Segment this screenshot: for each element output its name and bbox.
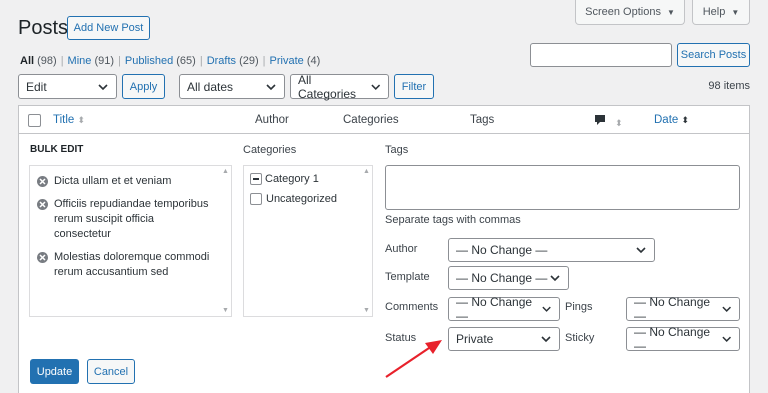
post-title-line: rerum accusantium sed (54, 266, 169, 278)
sticky-select[interactable]: — No Change — (626, 325, 740, 353)
chevron-down-icon (542, 306, 551, 312)
sort-desc-icon: ⬍ (681, 115, 690, 125)
category-item[interactable]: Uncategorized (250, 193, 337, 205)
bulk-edit-heading: BULK EDIT (30, 144, 84, 155)
column-tags: Tags (470, 114, 495, 126)
chevron-down-icon (98, 83, 108, 90)
comments-select[interactable]: — No Change — (448, 295, 560, 323)
search-posts-button[interactable]: Search Posts (677, 43, 750, 67)
chevron-down-icon (370, 84, 380, 90)
screen-options-button[interactable]: Screen Options ▼ (575, 0, 685, 25)
filter-all-count: (98) (37, 55, 57, 67)
column-author: Author (255, 114, 289, 126)
help-button[interactable]: Help ▼ (692, 0, 750, 25)
screen-options-label: Screen Options (585, 6, 661, 18)
dates-select[interactable]: All dates (179, 74, 285, 99)
column-date[interactable]: Date ⬍ (654, 114, 689, 126)
chevron-down-icon (636, 247, 646, 254)
bulk-categories-list: Category 1 Uncategorized ▲ ▼ (243, 165, 373, 317)
status-select[interactable]: Private (448, 327, 560, 351)
categories-select[interactable]: All Categories (290, 73, 389, 101)
post-title-line: Officiis repudiandae temporibus (54, 198, 209, 210)
chevron-down-icon (721, 336, 731, 342)
category-checkbox-indeterminate[interactable] (250, 173, 262, 185)
tags-help-text: Separate tags with commas (385, 214, 521, 226)
help-label: Help (702, 6, 726, 18)
update-button[interactable]: Update (30, 359, 79, 384)
chevron-down-icon (550, 275, 560, 282)
bulk-action-select[interactable]: Edit (18, 74, 117, 99)
caret-down-icon: ▼ (666, 7, 675, 17)
column-comments[interactable]: ⬍ (594, 114, 623, 129)
chevron-down-icon (541, 336, 551, 343)
annotation-arrow (385, 340, 442, 378)
category-checkbox[interactable] (250, 193, 262, 205)
pings-label: Pings (565, 301, 593, 313)
select-all-checkbox[interactable] (28, 114, 41, 127)
comments-label: Comments (385, 301, 439, 313)
category-item[interactable]: Category 1 (250, 173, 319, 185)
sticky-label: Sticky (565, 332, 595, 344)
cancel-button[interactable]: Cancel (87, 359, 135, 384)
bulk-categories-label: Categories (243, 144, 297, 156)
remove-post-icon[interactable] (37, 199, 48, 210)
author-label: Author (385, 243, 418, 255)
filter-all[interactable]: All (20, 55, 34, 67)
template-select[interactable]: — No Change — (448, 266, 569, 290)
add-new-post-button[interactable]: Add New Post (67, 16, 150, 40)
template-label: Template (385, 271, 430, 283)
bulk-edit-post-item: Dicta ullam et et veniam (37, 174, 213, 189)
sort-icon: ⬍ (615, 118, 623, 128)
filter-private[interactable]: Private (4) (270, 55, 321, 67)
pings-select[interactable]: — No Change — (626, 295, 740, 323)
apply-button[interactable]: Apply (122, 74, 165, 99)
post-title-line: Molestias doloremque commodi (54, 251, 210, 263)
column-title[interactable]: Title ⬍ (53, 114, 85, 126)
tags-textarea[interactable] (385, 165, 740, 210)
post-title-line: Dicta ullam et et veniam (54, 175, 172, 187)
column-categories: Categories (343, 114, 399, 126)
filter-published[interactable]: Published (65) (125, 55, 196, 67)
page-title: Posts (18, 17, 69, 39)
chevron-down-icon (266, 83, 276, 90)
search-input[interactable] (530, 43, 672, 67)
bulk-edit-post-item: Molestias doloremque commodi rerum accusa… (37, 250, 213, 280)
filter-button[interactable]: Filter (394, 74, 434, 99)
post-title-line: rerum suscipit officia consectetur (54, 213, 155, 240)
sort-icon: ⬍ (77, 115, 86, 125)
items-count: 98 items (708, 80, 750, 92)
filter-mine[interactable]: Mine (91) (68, 55, 114, 67)
scrollbar[interactable]: ▲ ▼ (220, 166, 231, 316)
bulk-edit-post-item: Officiis repudiandae temporibus rerum sus… (37, 197, 213, 242)
author-select[interactable]: — No Change — (448, 238, 655, 262)
comment-bubble-icon (595, 115, 605, 125)
table-header-row: Title ⬍ Author Categories Tags ⬍ Date ⬍ (19, 106, 749, 134)
caret-down-icon: ▼ (731, 7, 740, 17)
scrollbar[interactable]: ▲ ▼ (361, 166, 372, 316)
remove-post-icon[interactable] (37, 176, 48, 187)
bulk-edit-post-list: Dicta ullam et et veniam Officiis repudia… (29, 165, 232, 317)
chevron-down-icon (721, 306, 731, 312)
filter-drafts[interactable]: Drafts (29) (207, 55, 259, 67)
tags-label: Tags (385, 144, 409, 156)
status-filter-links: All (98) | Mine (91) | Published (65) | Drafts… (20, 55, 321, 67)
remove-post-icon[interactable] (37, 252, 48, 263)
